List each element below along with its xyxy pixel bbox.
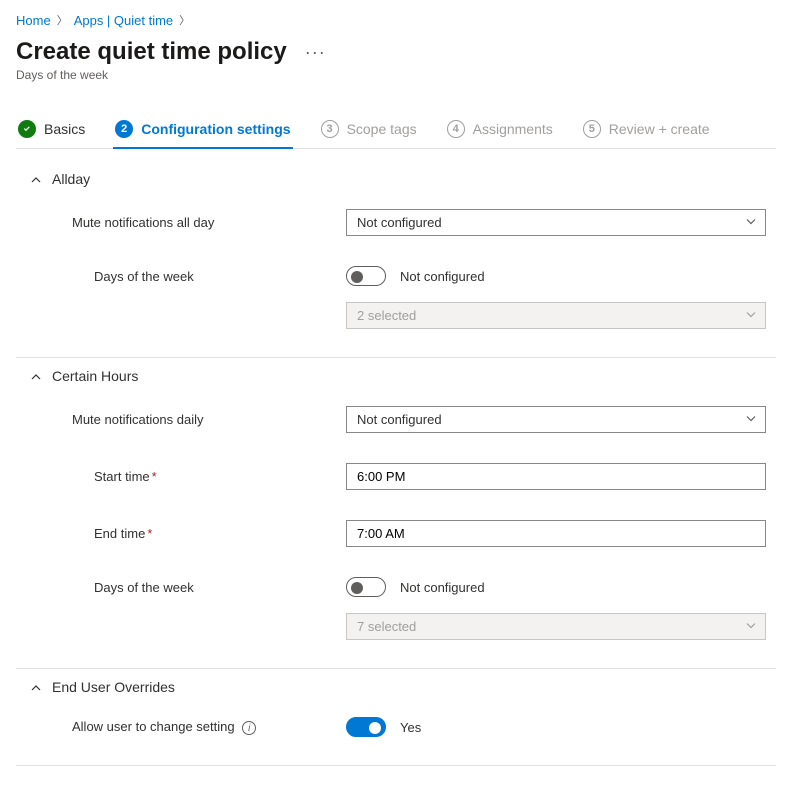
label-allow-change: Allow user to change setting i [16, 719, 346, 736]
chevron-down-icon [745, 412, 757, 427]
breadcrumb-home[interactable]: Home [16, 13, 51, 28]
label-hours-days: Days of the week [16, 580, 346, 595]
toggle-label: Not configured [400, 269, 485, 284]
tab-scope-tags[interactable]: 3 Scope tags [319, 112, 419, 148]
toggle-allday-days[interactable] [346, 266, 386, 286]
step-number-icon: 2 [115, 120, 133, 138]
input-end-time[interactable] [346, 520, 766, 547]
section-end-user-overrides: End User Overrides Allow user to change … [16, 669, 776, 766]
tab-assignments[interactable]: 4 Assignments [445, 112, 555, 148]
step-number-icon: 4 [447, 120, 465, 138]
section-certain-hours: Certain Hours Mute notifications daily N… [16, 358, 776, 669]
select-value: 2 selected [357, 308, 416, 323]
label-end-time: End time* [16, 526, 346, 541]
tab-label: Assignments [473, 121, 553, 137]
required-indicator: * [152, 469, 157, 484]
breadcrumb-apps-quiet-time[interactable]: Apps | Quiet time [74, 13, 173, 28]
breadcrumb: Home 〉 Apps | Quiet time 〉 [16, 12, 776, 28]
section-header-allday[interactable]: Allday [16, 161, 776, 197]
input-start-time[interactable] [346, 463, 766, 490]
tab-label: Scope tags [347, 121, 417, 137]
toggle-label: Not configured [400, 580, 485, 595]
page-title: Create quiet time policy [16, 38, 287, 66]
label-mute-all-day: Mute notifications all day [16, 215, 346, 230]
select-value: Not configured [357, 412, 442, 427]
tab-basics[interactable]: Basics [16, 112, 87, 148]
toggle-knob [351, 271, 363, 283]
tab-label: Basics [44, 121, 85, 137]
select-mute-all-day[interactable]: Not configured [346, 209, 766, 236]
checkmark-icon [18, 120, 36, 138]
chevron-right-icon: 〉 [179, 12, 190, 28]
select-value: Not configured [357, 215, 442, 230]
chevron-right-icon: 〉 [57, 12, 68, 28]
toggle-label: Yes [400, 720, 421, 735]
toggle-knob [351, 582, 363, 594]
chevron-down-icon [745, 619, 757, 634]
tab-review-create[interactable]: 5 Review + create [581, 112, 712, 148]
tab-label: Configuration settings [141, 121, 290, 137]
toggle-knob [369, 722, 381, 734]
chevron-down-icon [745, 215, 757, 230]
select-hours-days: 7 selected [346, 613, 766, 640]
tab-configuration-settings[interactable]: 2 Configuration settings [113, 112, 292, 148]
chevron-up-icon [30, 681, 42, 693]
required-indicator: * [147, 526, 152, 541]
more-actions-button[interactable]: ··· [305, 42, 326, 63]
section-title: Certain Hours [52, 368, 138, 384]
section-allday: Allday Mute notifications all day Not co… [16, 161, 776, 358]
toggle-hours-days[interactable] [346, 577, 386, 597]
wizard-tabs: Basics 2 Configuration settings 3 Scope … [16, 112, 776, 149]
section-title: Allday [52, 171, 90, 187]
tab-label: Review + create [609, 121, 710, 137]
label-start-time: Start time* [16, 469, 346, 484]
toggle-allow-change[interactable] [346, 717, 386, 737]
section-header-overrides[interactable]: End User Overrides [16, 669, 776, 705]
step-number-icon: 5 [583, 120, 601, 138]
chevron-up-icon [30, 370, 42, 382]
section-header-certain-hours[interactable]: Certain Hours [16, 358, 776, 394]
select-allday-days: 2 selected [346, 302, 766, 329]
select-mute-daily[interactable]: Not configured [346, 406, 766, 433]
select-value: 7 selected [357, 619, 416, 634]
chevron-up-icon [30, 173, 42, 185]
label-allday-days: Days of the week [16, 269, 346, 284]
label-mute-daily: Mute notifications daily [16, 412, 346, 427]
page-subtitle: Days of the week [16, 68, 776, 82]
chevron-down-icon [745, 308, 757, 323]
step-number-icon: 3 [321, 120, 339, 138]
section-title: End User Overrides [52, 679, 175, 695]
info-icon[interactable]: i [242, 721, 256, 735]
